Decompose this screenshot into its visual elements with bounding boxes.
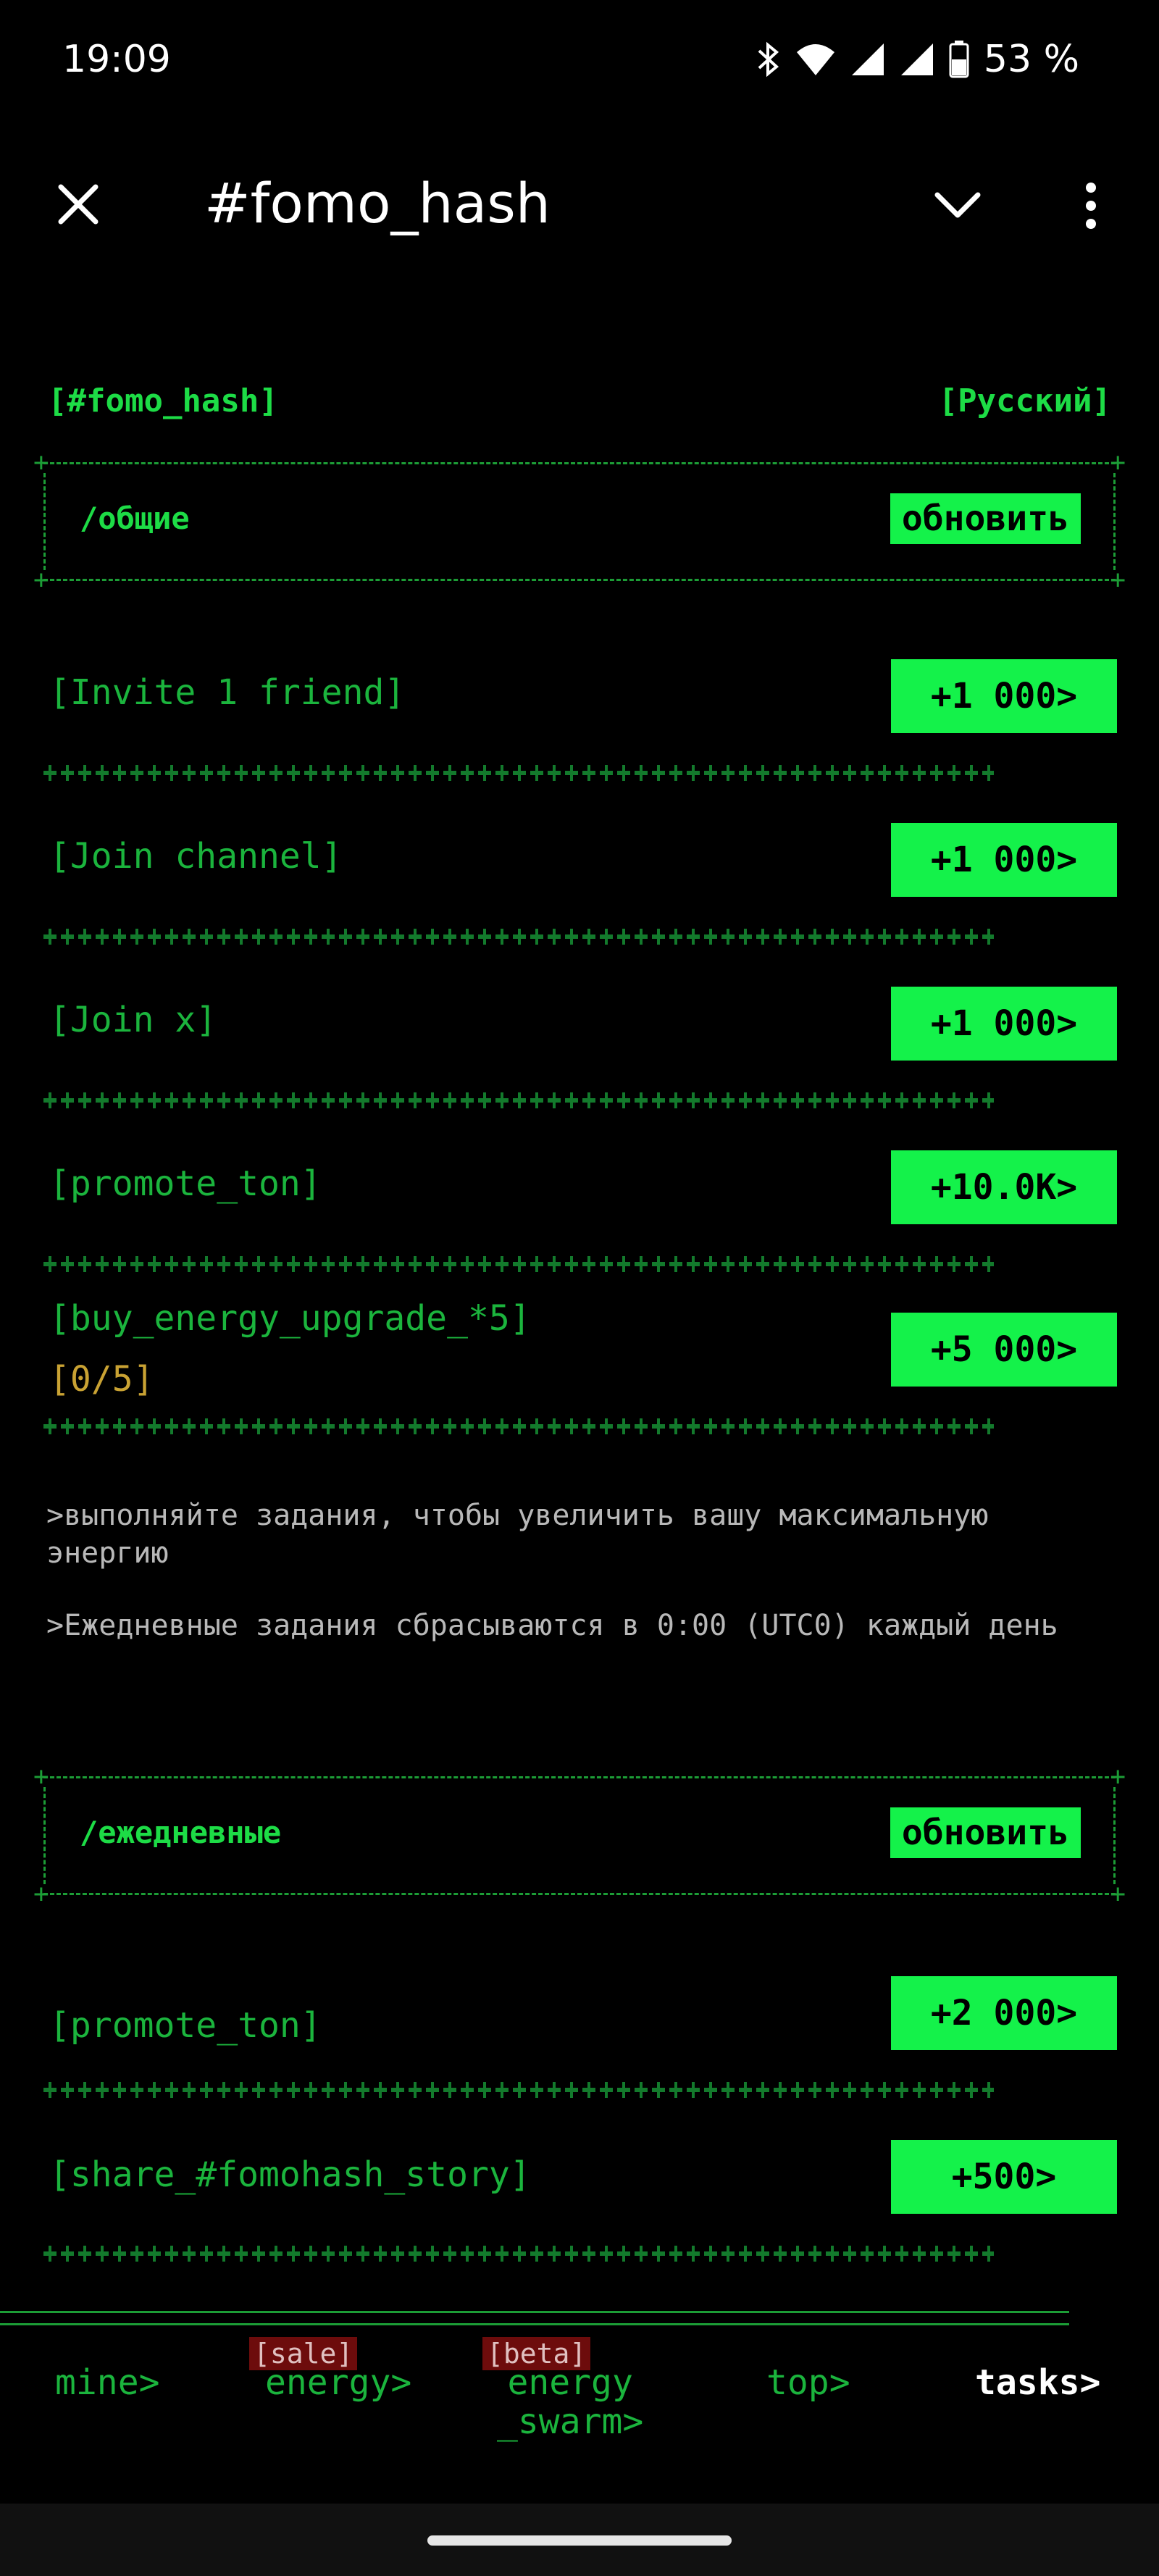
task-label: [share_#fomohash_story] xyxy=(49,2154,531,2195)
task-reward-button[interactable]: +1 000> xyxy=(891,987,1117,1061)
info-text: >выполняйте задания, чтобы увеличить ваш… xyxy=(46,1499,989,1570)
more-menu-button[interactable] xyxy=(1069,178,1113,236)
task-reward-button[interactable]: +2 000> xyxy=(891,1976,1117,2050)
app-title: #fomo_hash xyxy=(204,171,551,235)
section-title: /ежедневные xyxy=(80,1815,282,1850)
nav-mine[interactable]: mine> xyxy=(55,2363,160,2402)
task-label: [Invite 1 friend] xyxy=(49,672,406,713)
task-reward-button[interactable]: +5 000> xyxy=(891,1313,1117,1387)
task-reward-button[interactable]: +500> xyxy=(891,2140,1117,2214)
task-label: [buy_energy_upgrade_*5] xyxy=(49,1298,531,1339)
gesture-handle[interactable] xyxy=(427,2535,732,2546)
section-title: /общие xyxy=(80,501,190,536)
status-time: 19:09 xyxy=(62,38,171,81)
chevron-down-icon xyxy=(934,191,981,222)
close-icon xyxy=(57,183,100,229)
battery-icon xyxy=(949,41,969,78)
separator xyxy=(43,1256,994,1272)
refresh-button[interactable]: обновить xyxy=(890,1807,1081,1858)
collapse-button[interactable] xyxy=(929,181,987,232)
close-button[interactable] xyxy=(51,178,106,233)
task-label: [promote_ton] xyxy=(49,1163,322,1204)
nav-tasks[interactable]: tasks> xyxy=(975,2363,1100,2402)
separator xyxy=(43,765,994,781)
brand-label: [#fomo_hash] xyxy=(48,382,278,419)
separator xyxy=(43,2246,994,2262)
nav-energy[interactable]: energy> xyxy=(265,2363,411,2402)
nav-top[interactable]: top> xyxy=(766,2363,850,2402)
separator xyxy=(43,2082,994,2098)
nav-divider xyxy=(0,2311,1069,2325)
task-label: [Join x] xyxy=(49,1000,217,1040)
battery-percent: 53 % xyxy=(983,38,1079,81)
task-reward-button[interactable]: +10.0K> xyxy=(891,1150,1117,1224)
more-vertical-icon xyxy=(1085,182,1097,233)
info-text: >Ежедневные задания сбрасываются в 0:00 … xyxy=(46,1609,1058,1642)
task-label: [promote_ton] xyxy=(49,2005,322,2046)
separator xyxy=(43,1418,994,1434)
language-selector[interactable]: [Русский] xyxy=(939,382,1111,419)
task-label: [Join channel] xyxy=(49,836,343,877)
task-reward-button[interactable]: +1 000> xyxy=(891,823,1117,897)
task-reward-button[interactable]: +1 000> xyxy=(891,659,1117,733)
daily-section-header: + + + + /ежедневные обновить xyxy=(33,1762,1126,1909)
separator xyxy=(43,1092,994,1108)
nav-energy-swarm[interactable]: energy _swarm> xyxy=(497,2363,643,2441)
wifi-icon xyxy=(795,42,836,77)
refresh-button[interactable]: обновить xyxy=(890,493,1081,544)
separator xyxy=(43,929,994,945)
bluetooth-icon xyxy=(756,41,781,78)
task-progress: [0/5] xyxy=(49,1359,154,1400)
status-icons: 53 % xyxy=(756,38,1079,81)
general-section-header: + + + + /общие обновить xyxy=(33,448,1126,595)
signal-icon xyxy=(900,42,934,77)
signal-icon xyxy=(850,42,885,77)
